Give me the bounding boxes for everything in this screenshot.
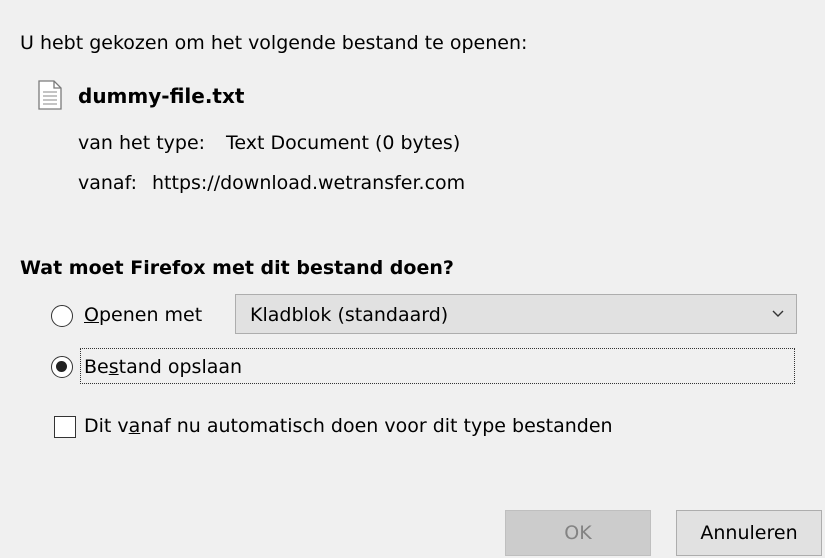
auto-action-label[interactable]: Dit vanaf nu automatisch doen voor dit t… xyxy=(84,415,613,437)
auto-action-checkbox[interactable] xyxy=(54,416,76,438)
file-type-label: van het type: xyxy=(78,132,206,154)
open-with-label[interactable]: Openen met xyxy=(84,304,202,326)
ok-button[interactable]: OK xyxy=(505,510,651,556)
save-file-label[interactable]: Bestand opslaan xyxy=(84,356,242,378)
action-question: Wat moet Firefox met dit bestand doen? xyxy=(20,257,454,279)
dialog-intro-text: U hebt gekozen om het volgende bestand t… xyxy=(20,32,528,54)
application-select[interactable]: Kladblok (standaard) xyxy=(235,294,797,334)
chevron-down-icon xyxy=(772,310,784,317)
open-with-radio[interactable] xyxy=(51,305,73,327)
file-name: dummy-file.txt xyxy=(78,84,245,108)
file-type-value: Text Document (0 bytes) xyxy=(226,132,461,154)
file-source-value: https://download.wetransfer.com xyxy=(152,172,466,194)
file-source-label: vanaf: xyxy=(78,172,137,194)
cancel-button[interactable]: Annuleren xyxy=(676,510,822,556)
application-select-value: Kladblok (standaard) xyxy=(250,304,449,326)
text-file-icon xyxy=(38,80,62,110)
save-file-radio[interactable] xyxy=(51,356,73,378)
